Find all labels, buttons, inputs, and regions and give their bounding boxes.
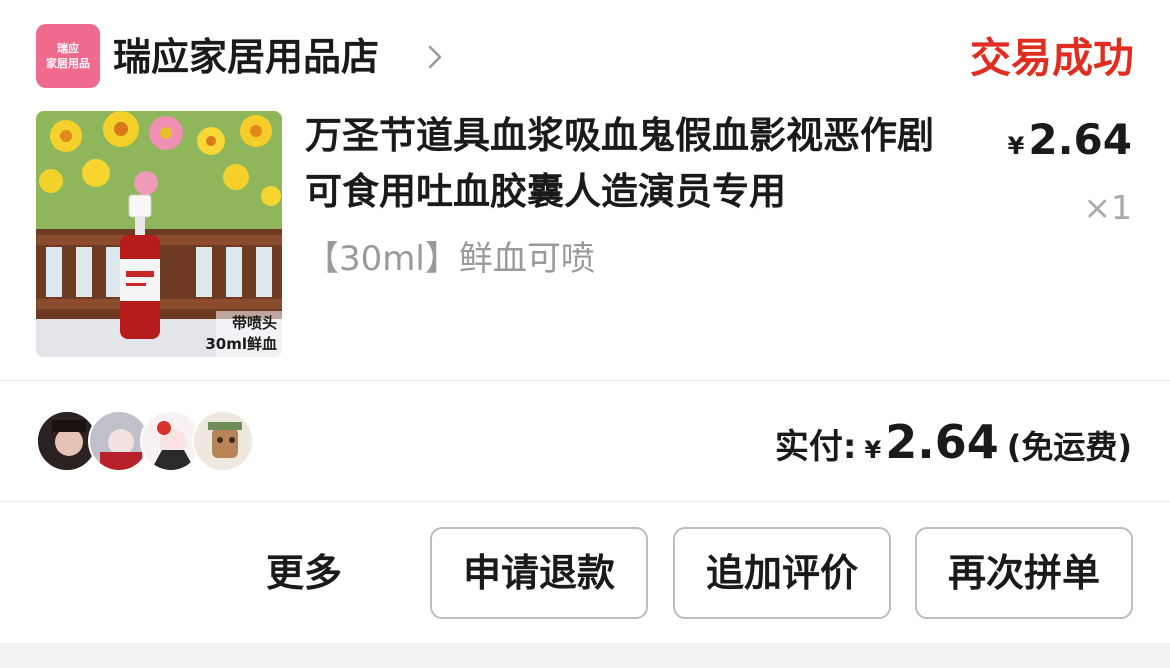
paid-value: 2.64 (885, 415, 999, 469)
order-card: 瑞应 家居用品 瑞应家居用品店 交易成功 带喷头 30ml鲜血 万圣节道具血浆吸… (0, 0, 1170, 643)
paid-currency: ¥ (864, 436, 882, 464)
add-review-button[interactable]: 追加评价 (673, 527, 891, 619)
paid-amount: 实付: ¥2.64 (免运费) (775, 414, 1132, 481)
reorder-button[interactable]: 再次拼单 (915, 527, 1133, 619)
price-currency: ¥ (1007, 132, 1025, 160)
image-caption-line2: 30ml鲜血 (205, 335, 277, 353)
divider (0, 501, 1170, 502)
product-spec: 【30ml】鲜血可喷 (305, 239, 595, 279)
product-quantity: ×1 (1083, 188, 1132, 227)
divider (0, 380, 1170, 381)
product-image[interactable]: 带喷头 30ml鲜血 (36, 111, 282, 357)
product-image-caption: 带喷头 30ml鲜血 (205, 313, 277, 355)
order-status: 交易成功 (970, 34, 1134, 82)
shop-name[interactable]: 瑞应家居用品店 (113, 32, 379, 82)
product-price: ¥2.64 (1008, 114, 1132, 172)
shop-logo-line2: 家居用品 (46, 57, 90, 70)
chevron-right-icon[interactable] (422, 44, 448, 70)
shipping-note: (免运费) (1006, 428, 1132, 466)
price-value: 2.64 (1028, 115, 1132, 164)
image-caption-line1: 带喷头 (231, 314, 277, 332)
refund-button[interactable]: 申请退款 (430, 527, 648, 619)
paid-label: 实付: (774, 427, 857, 467)
shop-logo[interactable]: 瑞应 家居用品 (36, 24, 100, 88)
shop-logo-line1: 瑞应 (57, 42, 79, 55)
more-button[interactable]: 更多 (266, 548, 342, 598)
avatar (192, 410, 254, 472)
product-title[interactable]: 万圣节道具血浆吸血鬼假血影视恶作剧可食用吐血胶囊人造演员专用 (305, 108, 965, 220)
